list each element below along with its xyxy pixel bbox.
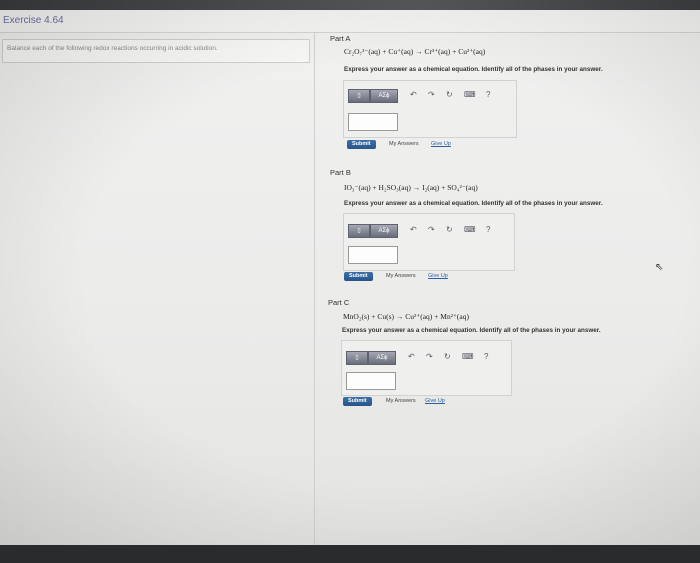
part-b-equation: IO₃⁻(aq) + H₂SO₃(aq) → I₂(aq) + SO₄²⁻(aq…	[344, 183, 478, 192]
redo-icon[interactable]: ↷	[426, 352, 433, 362]
part-a-toolbar: ▯ ΑΣϕ ↶ ↷ ↻ ⌨ ?	[348, 89, 503, 103]
instructions-text: Balance each of the following redox reac…	[7, 45, 218, 52]
undo-icon[interactable]: ↶	[410, 90, 417, 100]
instructions-box: Balance each of the following redox reac…	[2, 39, 310, 63]
greek-symbols-button[interactable]: ΑΣϕ	[368, 351, 396, 365]
keyboard-icon[interactable]: ⌨	[464, 90, 476, 100]
title-strip: Exercise 4.64	[0, 10, 700, 33]
page-title: Exercise 4.64	[3, 15, 64, 26]
part-c-submit-button[interactable]: Submit	[343, 397, 372, 406]
part-c-toolbar: ▯ ΑΣϕ ↶ ↷ ↻ ⌨ ?	[346, 351, 501, 365]
part-c-give-up-link[interactable]: Give Up	[425, 398, 445, 404]
reset-icon[interactable]: ↻	[444, 352, 451, 362]
template-button[interactable]: ▯	[346, 351, 368, 365]
part-a-give-up-link[interactable]: Give Up	[431, 141, 451, 147]
part-b-prompt: Express your answer as a chemical equati…	[344, 200, 603, 207]
part-b-toolbar: ▯ ΑΣϕ ↶ ↷ ↻ ⌨ ?	[348, 224, 503, 238]
help-icon[interactable]: ?	[486, 90, 490, 100]
part-c-answer-input[interactable]	[346, 372, 396, 390]
part-b-answer-panel: ▯ ΑΣϕ ↶ ↷ ↻ ⌨ ?	[343, 213, 515, 271]
part-b-answer-input[interactable]	[348, 246, 398, 264]
part-b-give-up-link[interactable]: Give Up	[428, 273, 448, 279]
greek-symbols-button[interactable]: ΑΣϕ	[370, 224, 398, 238]
reset-icon[interactable]: ↻	[446, 90, 453, 100]
part-c-prompt: Express your answer as a chemical equati…	[342, 327, 601, 334]
screen: Exercise 4.64 Balance each of the follow…	[0, 0, 700, 545]
cursor-icon: ⇖	[655, 262, 664, 273]
column-divider	[314, 32, 315, 545]
undo-icon[interactable]: ↶	[408, 352, 415, 362]
part-a-answer-input[interactable]	[348, 113, 398, 131]
part-a-submit-button[interactable]: Submit	[347, 140, 376, 149]
part-b-label: Part B	[330, 168, 351, 177]
redo-icon[interactable]: ↷	[428, 90, 435, 100]
template-button[interactable]: ▯	[348, 224, 370, 238]
help-icon[interactable]: ?	[484, 352, 488, 362]
part-c-my-answers-link[interactable]: My Answers	[386, 398, 416, 404]
template-button[interactable]: ▯	[348, 89, 370, 103]
part-b-my-answers-link[interactable]: My Answers	[386, 273, 416, 279]
part-a-my-answers-link[interactable]: My Answers	[389, 141, 419, 147]
part-c-label: Part C	[328, 298, 350, 307]
part-a-answer-panel: ▯ ΑΣϕ ↶ ↷ ↻ ⌨ ?	[343, 80, 517, 138]
part-a-label: Part A	[330, 34, 351, 43]
keyboard-icon[interactable]: ⌨	[462, 352, 474, 362]
reset-icon[interactable]: ↻	[446, 225, 453, 235]
help-icon[interactable]: ?	[486, 225, 490, 235]
redo-icon[interactable]: ↷	[428, 225, 435, 235]
part-a-prompt: Express your answer as a chemical equati…	[344, 66, 603, 73]
part-c-answer-panel: ▯ ΑΣϕ ↶ ↷ ↻ ⌨ ?	[341, 340, 512, 396]
part-a-equation: Cr₂O₇²⁻(aq) + Cu⁺(aq) → Cr³⁺(aq) + Cu²⁺(…	[344, 47, 486, 56]
keyboard-icon[interactable]: ⌨	[464, 225, 476, 235]
part-c-equation: MnO₂(s) + Cu(s) → Cu²⁺(aq) + Mn²⁺(aq)	[343, 312, 469, 321]
window-top-bar	[0, 0, 700, 10]
undo-icon[interactable]: ↶	[410, 225, 417, 235]
greek-symbols-button[interactable]: ΑΣϕ	[370, 89, 398, 103]
part-b-submit-button[interactable]: Submit	[344, 272, 373, 281]
